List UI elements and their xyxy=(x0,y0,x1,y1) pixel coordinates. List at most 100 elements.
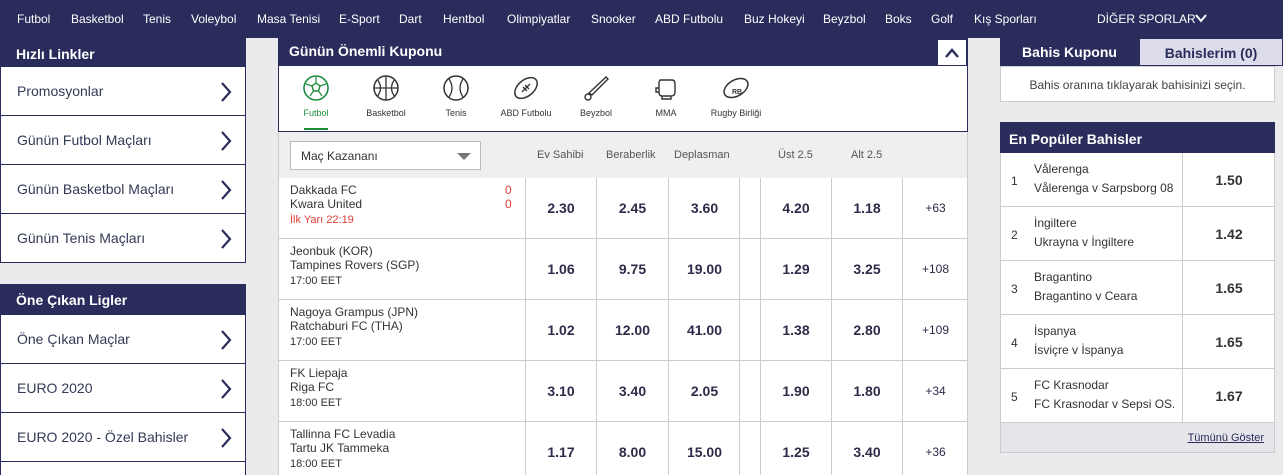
more-markets-button[interactable]: +108 xyxy=(902,239,968,299)
nav-item-abd-futbolu[interactable]: ABD Futbolu xyxy=(655,12,723,26)
odd-under-2-5[interactable]: 2.80 xyxy=(831,300,902,360)
nav-item-golf[interactable]: Golf xyxy=(931,12,953,26)
odd-away[interactable]: 2.05 xyxy=(668,361,740,421)
odd-away[interactable]: 15.00 xyxy=(668,422,740,475)
quick-link-promosyonlar[interactable]: Promosyonlar xyxy=(0,67,246,116)
nav-item-e-sport[interactable]: E-Sport xyxy=(339,12,380,26)
chevron-right-icon xyxy=(221,330,232,350)
more-sports-dropdown[interactable]: DİĞER SPORLAR xyxy=(1097,12,1207,26)
odd-draw[interactable]: 9.75 xyxy=(596,239,668,299)
match-row: FK Liepaja Riga FC 18:00 EET 3.10 3.40 2.05 1.… xyxy=(278,361,968,422)
home-team[interactable]: Dakkada FC xyxy=(290,183,357,197)
featured-league-item[interactable]: Öne Çıkan Maçlar xyxy=(0,315,246,364)
sport-tab-beyzbol[interactable]: Beyzbol xyxy=(561,74,631,118)
match-time: 17:00 EET xyxy=(290,336,342,348)
popular-bets-list: 1 Vålerenga Vålerenga v Sarpsborg 08 1.50 2 İ… xyxy=(1000,153,1275,423)
odd-over-2-5[interactable]: 4.20 xyxy=(760,178,831,238)
odd-away[interactable]: 19.00 xyxy=(668,239,740,299)
nav-item-snooker[interactable]: Snooker xyxy=(591,12,636,26)
sport-tab-abd-futbolu[interactable]: ABD Futbolu xyxy=(491,74,561,118)
featured-league-item[interactable]: EURO 2020 xyxy=(0,364,246,413)
popular-odd-button[interactable]: 1.67 xyxy=(1182,369,1275,422)
away-team[interactable]: Kwara United xyxy=(290,197,362,211)
nav-item-dart[interactable]: Dart xyxy=(399,12,422,26)
odd-draw[interactable]: 8.00 xyxy=(596,422,668,475)
nav-item-buz-hokeyi[interactable]: Buz Hokeyi xyxy=(744,12,805,26)
home-team[interactable]: FK Liepaja xyxy=(290,366,347,380)
tab-bahis-kuponu[interactable]: Bahis Kuponu xyxy=(1000,38,1139,66)
odd-draw[interactable]: 3.40 xyxy=(596,361,668,421)
popular-odd-button[interactable]: 1.42 xyxy=(1182,207,1275,260)
market-select[interactable]: Maç Kazananı xyxy=(290,141,481,170)
nav-item-beyzbol[interactable]: Beyzbol xyxy=(823,12,866,26)
home-team[interactable]: Jeonbuk (KOR) xyxy=(290,244,373,258)
event-name[interactable]: Vålerenga v Sarpsborg 08 xyxy=(1034,181,1174,195)
nav-item-futbol[interactable]: Futbol xyxy=(17,12,50,26)
away-team[interactable]: Riga FC xyxy=(290,380,334,394)
sport-tab-label: Tenis xyxy=(445,108,467,118)
event-name[interactable]: Ukrayna v İngiltere xyxy=(1034,235,1174,249)
event-name[interactable]: FC Krasnodar v Sepsi OS... xyxy=(1034,397,1174,411)
odds-separator xyxy=(739,300,760,360)
odd-over-2-5[interactable]: 1.38 xyxy=(760,300,831,360)
more-markets-button[interactable]: +36 xyxy=(902,422,968,475)
quick-link-basketbol[interactable]: Günün Basketbol Maçları xyxy=(0,165,246,214)
popular-odd-button[interactable]: 1.65 xyxy=(1182,261,1275,314)
sport-tab-rugby[interactable]: RB Rugby Birliği xyxy=(701,74,771,118)
odd-over-2-5[interactable]: 1.25 xyxy=(760,422,831,475)
sport-tab-basketbol[interactable]: Basketbol xyxy=(351,74,421,118)
nav-item-boks[interactable]: Boks xyxy=(885,12,912,26)
collapse-button[interactable] xyxy=(937,39,967,66)
quick-links-panel: Hızlı Linkler Promosyonlar Günün Futbol … xyxy=(0,38,246,263)
odd-away[interactable]: 41.00 xyxy=(668,300,740,360)
more-markets-button[interactable]: +34 xyxy=(902,361,968,421)
show-all-link[interactable]: Tümünü Göster xyxy=(1188,432,1264,444)
odd-under-2-5[interactable]: 3.25 xyxy=(831,239,902,299)
odd-under-2-5[interactable]: 1.18 xyxy=(831,178,902,238)
odd-under-2-5[interactable]: 1.80 xyxy=(831,361,902,421)
column-ust-2-5: Üst 2.5 xyxy=(778,149,813,161)
away-team[interactable]: Tampines Rovers (SGP) xyxy=(290,258,419,272)
odd-home[interactable]: 3.10 xyxy=(525,361,596,421)
column-alt-2-5: Alt 2.5 xyxy=(851,149,883,161)
nav-item-masa-tenisi[interactable]: Masa Tenisi xyxy=(257,12,320,26)
event-name[interactable]: İsviçre v İspanya xyxy=(1034,343,1174,357)
odd-away[interactable]: 3.60 xyxy=(668,178,740,238)
sport-tab-futbol[interactable]: Futbol xyxy=(281,74,351,130)
nav-item-hentbol[interactable]: Hentbol xyxy=(443,12,484,26)
odd-draw[interactable]: 2.45 xyxy=(596,178,668,238)
odd-home[interactable]: 2.30 xyxy=(525,178,596,238)
tab-bahislerim[interactable]: Bahislerim (0) xyxy=(1139,38,1283,66)
odd-home[interactable]: 1.06 xyxy=(525,239,596,299)
home-team[interactable]: Tallinna FC Levadia xyxy=(290,427,395,441)
active-tab-indicator xyxy=(304,128,328,130)
odd-draw[interactable]: 12.00 xyxy=(596,300,668,360)
nav-item-voleybol[interactable]: Voleybol xyxy=(191,12,236,26)
popular-odd-button[interactable]: 1.50 xyxy=(1182,153,1275,206)
sport-tab-tenis[interactable]: Tenis xyxy=(421,74,491,118)
nav-item-olimpiyatlar[interactable]: Olimpiyatlar xyxy=(507,12,570,26)
nav-item-kis-sporlari[interactable]: Kış Sporları xyxy=(974,12,1037,26)
more-sports-label: DİĞER SPORLAR xyxy=(1097,12,1196,26)
rugby-ball-icon: RB xyxy=(723,77,749,99)
soccer-ball-icon xyxy=(303,75,329,101)
odd-over-2-5[interactable]: 1.29 xyxy=(760,239,831,299)
away-team[interactable]: Tartu JK Tammeka xyxy=(290,441,389,455)
featured-league-item[interactable]: EURO 2020 - Özel Bahisler xyxy=(0,413,246,462)
odd-over-2-5[interactable]: 1.90 xyxy=(760,361,831,421)
nav-item-tenis[interactable]: Tenis xyxy=(143,12,171,26)
home-team[interactable]: Nagoya Grampus (JPN) xyxy=(290,305,418,319)
odd-under-2-5[interactable]: 3.40 xyxy=(831,422,902,475)
baseball-bat-icon xyxy=(584,76,609,101)
popular-odd-button[interactable]: 1.65 xyxy=(1182,315,1275,368)
sport-tab-mma[interactable]: MMA xyxy=(631,74,701,118)
more-markets-button[interactable]: +109 xyxy=(902,300,968,360)
odd-home[interactable]: 1.17 xyxy=(525,422,596,475)
odd-home[interactable]: 1.02 xyxy=(525,300,596,360)
away-team[interactable]: Ratchaburi FC (THA) xyxy=(290,319,403,333)
event-name[interactable]: Bragantino v Ceara xyxy=(1034,289,1174,303)
nav-item-basketbol[interactable]: Basketbol xyxy=(71,12,124,26)
quick-link-futbol[interactable]: Günün Futbol Maçları xyxy=(0,116,246,165)
quick-link-tenis[interactable]: Günün Tenis Maçları xyxy=(0,214,246,263)
more-markets-button[interactable]: +63 xyxy=(902,178,968,238)
